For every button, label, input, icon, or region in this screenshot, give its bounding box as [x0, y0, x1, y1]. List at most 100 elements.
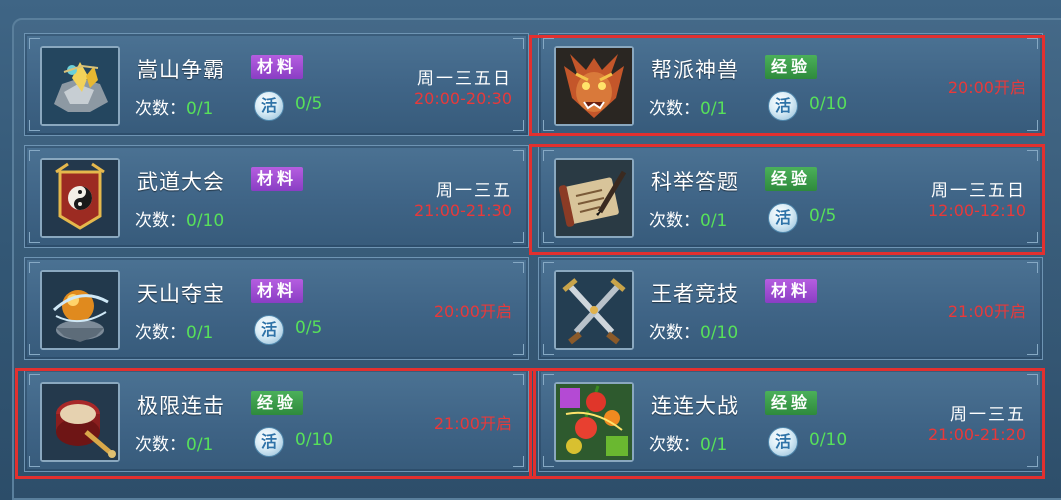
schedule-time: 20:00开启 — [433, 302, 512, 321]
card-corner-decoration — [513, 38, 524, 49]
activity-points-value: 0/10 — [295, 430, 334, 450]
schedule: 21:00开启 — [948, 298, 1026, 322]
card-corner-decoration — [513, 150, 524, 161]
card-corner-decoration — [1027, 38, 1038, 49]
card-corner-decoration — [543, 456, 554, 467]
activity-points-icon: 活 — [768, 427, 798, 457]
card-corner-decoration — [1027, 150, 1038, 161]
card-corner-decoration — [1027, 344, 1038, 355]
reward-tag: 材料 — [765, 279, 818, 303]
drum-icon[interactable] — [40, 382, 120, 462]
card-corner-decoration — [1027, 262, 1038, 273]
attempt-count: 次数：0/10 — [135, 211, 225, 231]
attempt-count: 次数：0/1 — [135, 435, 214, 455]
activity-name: 连连大战 — [651, 394, 739, 418]
schedule: 20:00开启 — [434, 298, 512, 322]
schedule-time: 20:00-20:30 — [414, 89, 512, 108]
activity-points-value: 0/5 — [295, 318, 323, 338]
schedule-days: 周一三五 — [436, 181, 512, 201]
activity-card[interactable]: 嵩山争霸 材料 次数：0/1 活 0/5 周一三五日 20:00-20:30 — [24, 33, 529, 136]
card-corner-decoration — [543, 38, 554, 49]
schedule-time: 21:00-21:20 — [928, 425, 1026, 444]
fruit-match-icon[interactable] — [554, 382, 634, 462]
yin-yang-banner-icon[interactable] — [40, 158, 120, 238]
activity-points-icon: 活 — [768, 91, 798, 121]
card-corner-decoration — [513, 120, 524, 131]
crystal-ore-icon[interactable] — [40, 46, 120, 126]
activity-name: 王者竞技 — [651, 282, 739, 306]
activity-name: 武道大会 — [137, 170, 225, 194]
card-corner-decoration — [543, 262, 554, 273]
activity-card[interactable]: 科举答题 经验 次数：0/1 活 0/5 周一三五日 12:00-12:10 — [538, 145, 1043, 248]
scroll-brush-icon[interactable] — [554, 158, 634, 238]
attempt-count: 次数：0/1 — [649, 99, 728, 119]
schedule-days: 周一三五 — [950, 405, 1026, 425]
schedule: 20:00开启 — [948, 74, 1026, 98]
card-corner-decoration — [29, 232, 40, 243]
activity-name: 极限连击 — [137, 394, 225, 418]
activity-points-value: 0/5 — [809, 206, 837, 226]
reward-tag: 经验 — [765, 55, 818, 79]
schedule-time: 21:00开启 — [947, 302, 1026, 321]
card-corner-decoration — [543, 232, 554, 243]
reward-tag: 材料 — [251, 167, 304, 191]
card-corner-decoration — [29, 38, 40, 49]
schedule: 周一三五 21:00-21:30 — [414, 176, 512, 220]
schedule: 周一三五日 20:00-20:30 — [414, 64, 512, 108]
activity-points-icon: 活 — [254, 91, 284, 121]
card-corner-decoration — [29, 150, 40, 161]
card-corner-decoration — [1027, 120, 1038, 131]
schedule: 21:00开启 — [434, 410, 512, 434]
card-corner-decoration — [1027, 374, 1038, 385]
card-corner-decoration — [543, 120, 554, 131]
reward-tag: 材料 — [251, 55, 304, 79]
activity-card[interactable]: 极限连击 经验 次数：0/1 活 0/10 21:00开启 — [24, 369, 529, 472]
card-corner-decoration — [29, 262, 40, 273]
card-corner-decoration — [543, 374, 554, 385]
attempt-count: 次数：0/1 — [135, 99, 214, 119]
activity-card[interactable]: 武道大会 材料 次数：0/10 周一三五 21:00-21:30 — [24, 145, 529, 248]
crossed-swords-icon[interactable] — [554, 270, 634, 350]
card-corner-decoration — [543, 344, 554, 355]
schedule-days: 周一三五日 — [931, 181, 1026, 201]
card-corner-decoration — [513, 344, 524, 355]
attempt-count: 次数：0/1 — [649, 435, 728, 455]
attempt-count: 次数：0/10 — [649, 323, 739, 343]
reward-tag: 经验 — [765, 391, 818, 415]
reward-tag: 材料 — [251, 279, 304, 303]
reward-tag: 经验 — [251, 391, 304, 415]
activity-name: 嵩山争霸 — [137, 58, 225, 82]
card-corner-decoration — [513, 456, 524, 467]
schedule-days: 周一三五日 — [417, 69, 512, 89]
card-corner-decoration — [29, 374, 40, 385]
activity-card[interactable]: 连连大战 经验 次数：0/1 活 0/10 周一三五 21:00-21:20 — [538, 369, 1043, 472]
floating-orb-icon[interactable] — [40, 270, 120, 350]
card-corner-decoration — [29, 120, 40, 131]
card-corner-decoration — [1027, 456, 1038, 467]
attempt-count: 次数：0/1 — [649, 211, 728, 231]
activity-points-value: 0/10 — [809, 94, 848, 114]
card-corner-decoration — [513, 262, 524, 273]
activity-points-value: 0/5 — [295, 94, 323, 114]
attempt-count: 次数：0/1 — [135, 323, 214, 343]
activity-points-icon: 活 — [768, 203, 798, 233]
schedule-time: 21:00-21:30 — [414, 201, 512, 220]
schedule: 周一三五 21:00-21:20 — [928, 400, 1026, 444]
card-corner-decoration — [29, 456, 40, 467]
activity-name: 科举答题 — [651, 170, 739, 194]
card-corner-decoration — [513, 232, 524, 243]
activity-name: 帮派神兽 — [651, 58, 739, 82]
card-corner-decoration — [543, 150, 554, 161]
reward-tag: 经验 — [765, 167, 818, 191]
activity-card[interactable]: 天山夺宝 材料 次数：0/1 活 0/5 20:00开启 — [24, 257, 529, 360]
card-corner-decoration — [29, 344, 40, 355]
card-corner-decoration — [1027, 232, 1038, 243]
card-corner-decoration — [513, 374, 524, 385]
beast-mask-icon[interactable] — [554, 46, 634, 126]
activity-points-value: 0/10 — [809, 430, 848, 450]
activity-card[interactable]: 王者竞技 材料 次数：0/10 21:00开启 — [538, 257, 1043, 360]
schedule-time: 20:00开启 — [947, 78, 1026, 97]
activity-name: 天山夺宝 — [137, 282, 225, 306]
activity-points-icon: 活 — [254, 315, 284, 345]
activity-card[interactable]: 帮派神兽 经验 次数：0/1 活 0/10 20:00开启 — [538, 33, 1043, 136]
